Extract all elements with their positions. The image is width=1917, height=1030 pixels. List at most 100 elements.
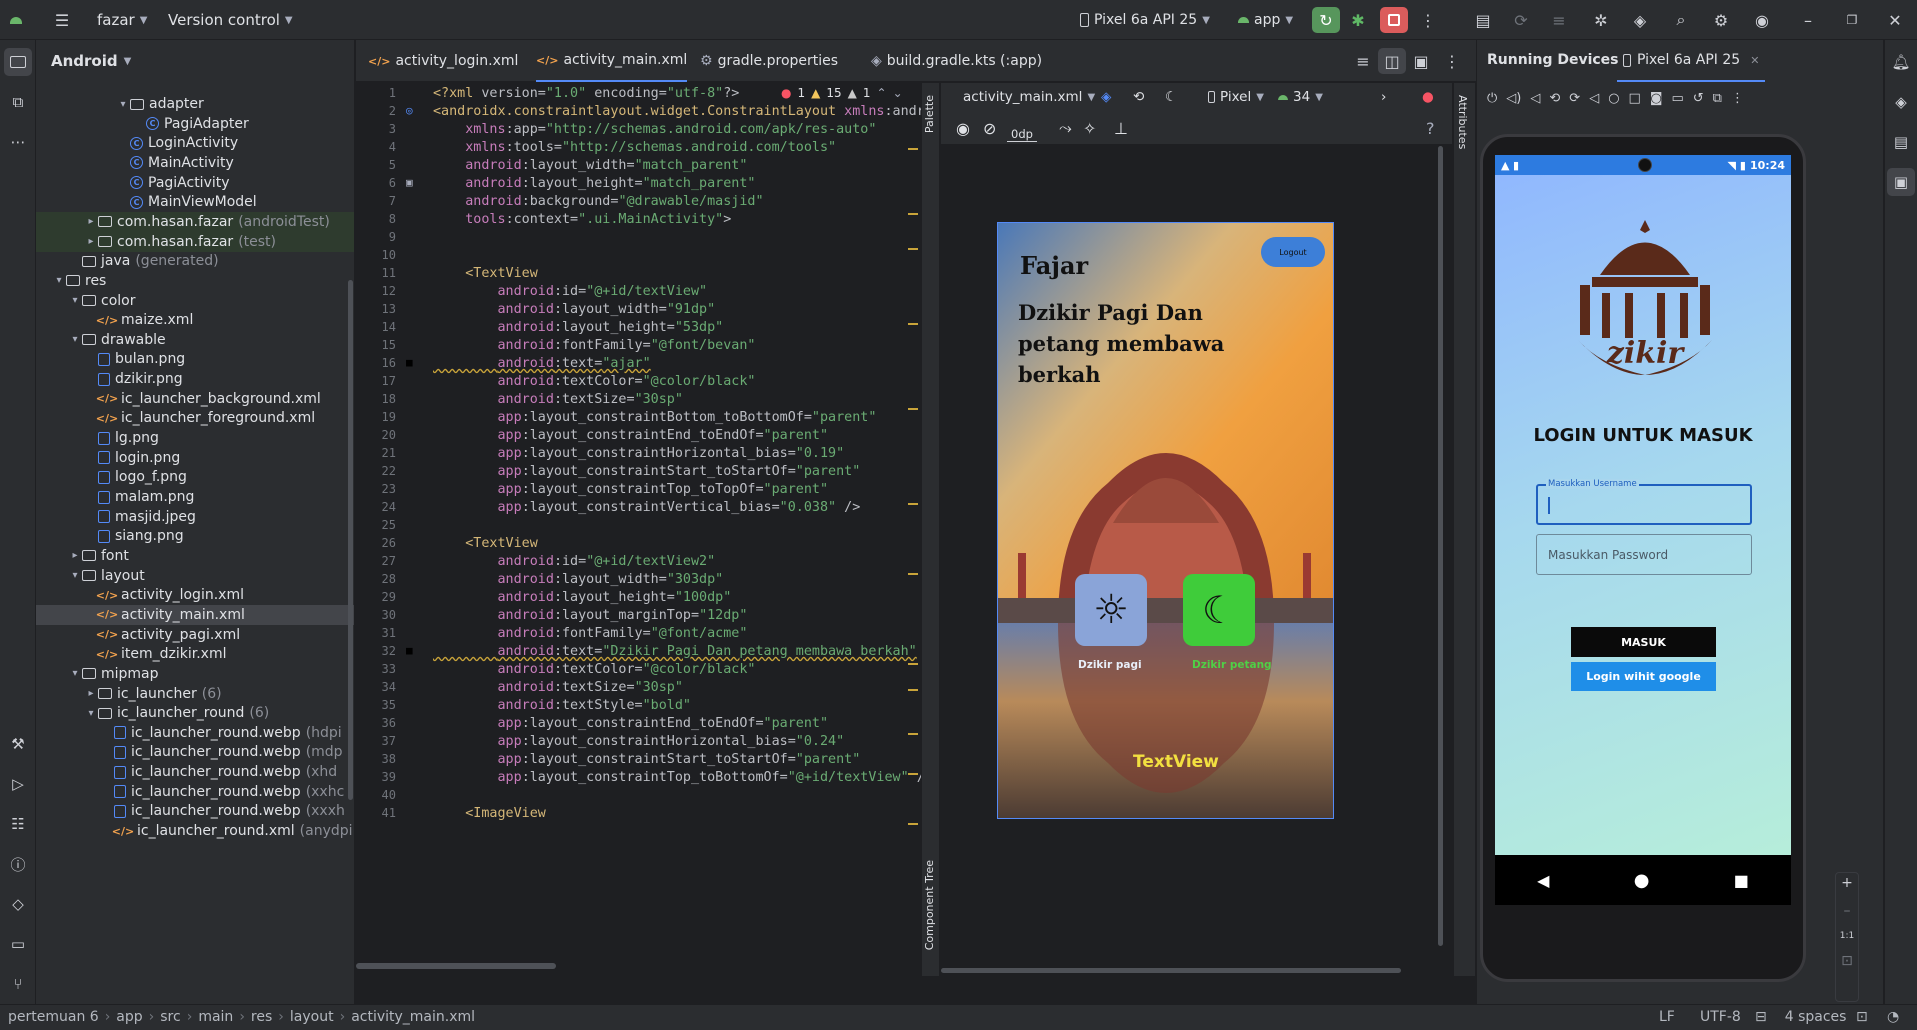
chevron-right-icon[interactable]: ▸ xyxy=(68,550,82,561)
record-icon[interactable]: ▭ xyxy=(1671,91,1683,106)
tree-item[interactable]: dzikir.png xyxy=(36,369,354,389)
zoom-in-icon[interactable]: + xyxy=(1841,875,1853,891)
terminal-tool-button[interactable]: ▭ xyxy=(4,930,32,958)
more-tools-button[interactable]: ⋯ xyxy=(4,128,32,156)
infer-constraints-button[interactable]: ✧ xyxy=(1083,111,1096,145)
tree-item[interactable]: ▸ com.hasan.fazar (test) xyxy=(36,231,354,252)
close-icon[interactable]: ✕ xyxy=(1750,54,1759,67)
nav-home-icon[interactable]: ● xyxy=(1634,870,1650,891)
image-gutter-icon[interactable]: ▣ xyxy=(406,176,413,189)
code-line[interactable]: app:layout_constraintEnd_toEndOf="parent… xyxy=(433,428,829,443)
chevron-down-icon[interactable]: ▾ xyxy=(68,334,82,345)
google-login-button[interactable]: Login wihit google xyxy=(1571,662,1716,691)
attributes-tab[interactable]: Attributes xyxy=(1456,95,1469,149)
masuk-button[interactable]: MASUK xyxy=(1571,627,1716,657)
code-view-button[interactable]: ≡ xyxy=(1349,48,1377,74)
design-view-button[interactable]: ▣ xyxy=(1407,48,1435,74)
design-surface-button[interactable]: ◈ xyxy=(1101,83,1111,111)
tree-item[interactable]: ▾ adapter xyxy=(36,94,354,114)
rerun-button[interactable]: ↻ xyxy=(1312,7,1340,33)
view-options-button[interactable]: ◉ xyxy=(956,111,970,145)
layout-preview-gutter-icon[interactable]: ◎ xyxy=(406,104,413,117)
code-line[interactable]: android:id="@+id/textView2" xyxy=(433,554,716,569)
tree-item[interactable]: ▾ ic_launcher_round (6) xyxy=(36,703,354,723)
apply-code-changes-button[interactable]: ≡ xyxy=(1545,7,1573,33)
stop-button[interactable] xyxy=(1380,7,1408,33)
split-view-button[interactable]: ◫ xyxy=(1378,48,1406,74)
sync-gradle-button[interactable]: ◈ xyxy=(1626,7,1654,33)
tree-item[interactable]: login.png xyxy=(36,448,354,468)
palette-tab[interactable]: Palette xyxy=(923,95,936,133)
code-line[interactable]: <TextView xyxy=(433,266,538,281)
code-line[interactable]: app:layout_constraintHorizontal_bias="0.… xyxy=(433,446,845,461)
tree-item[interactable]: C PagiAdapter xyxy=(36,114,354,134)
tree-item[interactable]: masjid.jpeg xyxy=(36,507,354,527)
rotate-right-icon[interactable]: ⟳ xyxy=(1569,91,1580,106)
git-tool-button[interactable]: ⑂ xyxy=(4,970,32,998)
volume-up-icon[interactable]: ◁) xyxy=(1506,91,1521,106)
code-line[interactable]: app:layout_constraintHorizontal_bias="0.… xyxy=(433,734,845,749)
code-line[interactable]: <TextView xyxy=(433,536,538,551)
chevron-down-icon[interactable]: ▾ xyxy=(68,668,82,679)
code-line[interactable]: app:layout_constraintStart_toStartOf="pa… xyxy=(433,752,861,767)
tree-item[interactable]: C PagiActivity xyxy=(36,173,354,193)
code-line[interactable]: android:textColor="@color/black" xyxy=(433,374,756,389)
tree-item[interactable]: ▾ drawable xyxy=(36,330,354,350)
run-config-selector[interactable]: app ▼ xyxy=(1238,0,1293,40)
code-line[interactable]: <androidx.constraintlayout.widget.Constr… xyxy=(433,104,921,119)
nav-recents-icon[interactable]: ■ xyxy=(1734,871,1749,890)
code-line[interactable]: app:layout_constraintStart_toStartOf="pa… xyxy=(433,464,861,479)
night-mode-button[interactable]: ☾ xyxy=(1165,83,1177,111)
code-line[interactable]: android:text="Dzikir Pagi Dan petang mem… xyxy=(433,644,917,659)
warning-stripe-mark[interactable] xyxy=(908,148,918,150)
tree-item[interactable]: </> activity_main.xml xyxy=(36,604,354,625)
main-menu-button[interactable]: ☰ xyxy=(48,7,76,33)
device-tab[interactable]: Pixel 6a API 25 ✕ xyxy=(1617,40,1766,82)
version-control-menu[interactable]: Version control ▼ xyxy=(168,0,293,40)
tree-item[interactable]: bulan.png xyxy=(36,349,354,369)
zoom-fit-icon[interactable]: ⊡ xyxy=(1841,953,1853,969)
warning-stripe-mark[interactable] xyxy=(908,773,918,775)
rotate-left-icon[interactable]: ⟲ xyxy=(1549,91,1560,106)
code-line[interactable]: tools:context=".ui.MainActivity"> xyxy=(433,212,731,227)
zoom-actual-size[interactable]: 1:1 xyxy=(1840,931,1854,941)
code-line[interactable]: app:layout_constraintVertical_bias="0.03… xyxy=(433,500,861,515)
api-level-selector[interactable]: 34 ▼ xyxy=(1278,83,1323,111)
breadcrumb-item[interactable]: pertemuan 6 xyxy=(8,1009,99,1025)
tree-item[interactable]: ▸ com.hasan.fazar (androidTest) xyxy=(36,211,354,232)
close-window-button[interactable]: ✕ xyxy=(1881,7,1909,33)
tree-item[interactable]: logo_f.png xyxy=(36,467,354,487)
tree-item[interactable]: ic_launcher_round.webp (hdpi xyxy=(36,723,354,743)
tree-item[interactable]: </> item_dzikir.xml xyxy=(36,644,354,664)
sdk-manager-button[interactable]: ✲ xyxy=(1587,7,1615,33)
chevron-down-icon[interactable]: ▾ xyxy=(52,275,66,286)
tree-item[interactable]: </> ic_launcher_background.xml xyxy=(36,389,354,409)
tree-item[interactable]: ic_launcher_round.webp (xxhc xyxy=(36,782,354,802)
chevron-right-icon[interactable]: ▸ xyxy=(84,688,98,699)
code-line[interactable]: android:textStyle="bold" xyxy=(433,698,692,713)
code-line[interactable]: android:textSize="30sp" xyxy=(433,392,683,407)
tab-activity-login[interactable]: </> activity_login.xml xyxy=(368,40,518,82)
line-separator[interactable]: LF xyxy=(1659,1009,1675,1025)
app-quality-button[interactable]: ◇ xyxy=(4,890,32,918)
read-only-toggle[interactable]: ⊡ xyxy=(1856,1009,1868,1025)
tree-item[interactable]: ic_launcher_round.webp (xhd xyxy=(36,762,354,782)
apply-changes-button[interactable]: ⟳ xyxy=(1507,7,1535,33)
warning-stripe-mark[interactable] xyxy=(908,213,918,215)
clear-constraints-button[interactable]: ⤳ xyxy=(1059,111,1072,145)
search-everywhere-button[interactable]: ⌕ xyxy=(1667,7,1695,33)
more-actions-button[interactable]: ⋮ xyxy=(1414,7,1442,33)
tree-item[interactable]: ic_launcher_round.webp (mdp xyxy=(36,742,354,762)
project-tool-button[interactable] xyxy=(4,48,32,76)
code-editor[interactable]: 1 2 3 4 5 6 7 8 9 10 11 12 13 14 15 16 17 18 19 20 21 22 23 24 2… xyxy=(356,83,921,976)
color-swatch-icon[interactable]: ■ xyxy=(406,356,413,369)
inspection-widget[interactable]: ● 1 ▲ 15 ▲ 1 ⌃ ⌄ xyxy=(781,86,903,100)
design-scrollbar-h[interactable] xyxy=(941,968,1401,973)
chevron-down-icon[interactable]: ▾ xyxy=(68,570,82,581)
chevron-right-icon[interactable]: ▸ xyxy=(84,236,98,247)
project-selector[interactable]: fazar ▼ xyxy=(97,0,147,40)
guidelines-button[interactable]: ⊥ xyxy=(1114,111,1128,145)
tab-activity-main[interactable]: </> activity_main.xml xyxy=(536,40,688,82)
account-button[interactable]: ◉ xyxy=(1748,7,1776,33)
preview-pagi-card[interactable]: ☼ xyxy=(1075,574,1147,646)
